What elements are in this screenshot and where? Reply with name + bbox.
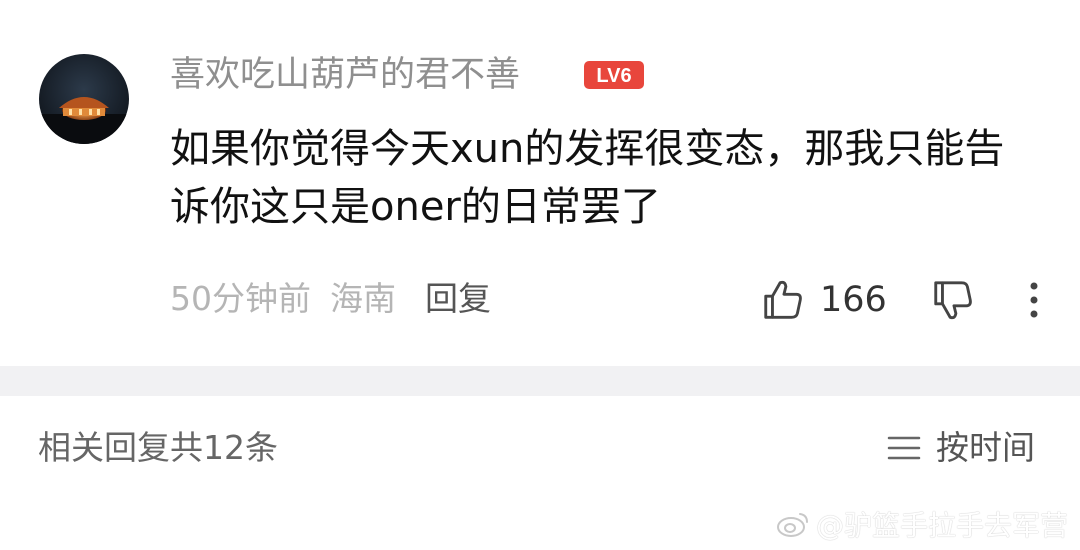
level-badge-icon: LV6 <box>584 61 644 89</box>
sort-lines-icon <box>887 436 921 460</box>
section-divider <box>0 366 1080 396</box>
replies-header: 相关回复共12条 按时间 @驴篮手拉手去军营 <box>0 396 1080 550</box>
username[interactable]: 喜欢吃山葫芦的君不善 <box>170 50 520 100</box>
level-badge: LV6 <box>583 60 645 90</box>
sort-button[interactable]: 按时间 <box>886 424 1035 472</box>
reply-button[interactable]: 回复 <box>425 276 491 322</box>
comment-card: 喜欢吃山葫芦的君不善 LV6 如果你觉得今天xun的发挥很变态，那我只能告诉你这… <box>0 0 1080 366</box>
sort-label: 按时间 <box>936 428 1035 467</box>
like-button[interactable]: 166 <box>760 275 887 325</box>
comment-location: 海南 <box>330 279 396 318</box>
avatar[interactable] <box>39 54 129 144</box>
thumbs-down-icon <box>934 281 972 320</box>
weibo-icon <box>776 513 808 537</box>
comment-text: 如果你觉得今天xun的发挥很变态，那我只能告诉你这只是oner的日常罢了 <box>170 126 1005 230</box>
avatar-image <box>39 54 129 144</box>
more-options-button[interactable] <box>1016 277 1052 323</box>
like-count: 166 <box>820 280 887 320</box>
watermark: @驴篮手拉手去军营 <box>776 506 1068 542</box>
level-badge-text: LV6 <box>596 65 631 87</box>
more-vertical-icon <box>1030 282 1038 318</box>
comment-time: 50分钟前 <box>170 279 311 318</box>
thumbs-up-icon <box>764 280 802 319</box>
dislike-button[interactable] <box>930 277 976 323</box>
replies-count-label: 相关回复共12条 <box>38 428 278 467</box>
watermark-text: @驴篮手拉手去军营 <box>815 509 1068 542</box>
